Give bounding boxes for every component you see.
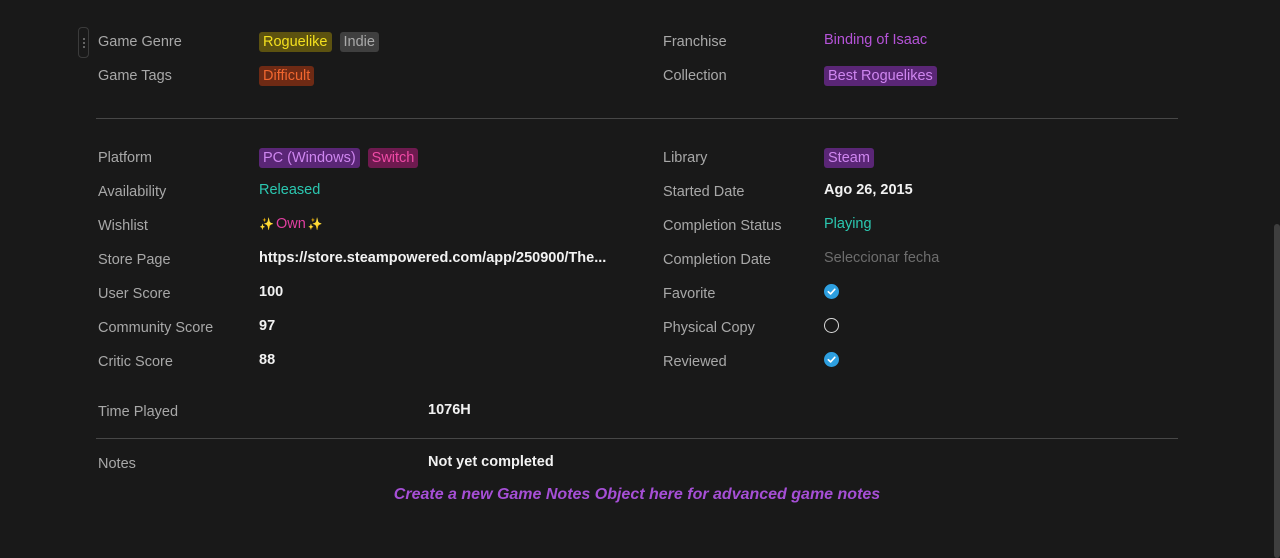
library-tags[interactable]: Steam (824, 148, 874, 168)
property-label: Notes (98, 456, 136, 472)
franchise-value[interactable]: Binding of Isaac (824, 32, 927, 48)
tag-platform-switch[interactable]: Switch (367, 148, 419, 168)
tag-library-steam[interactable]: Steam (824, 148, 874, 168)
drag-dots-icon (82, 36, 85, 49)
availability-value[interactable]: Released (259, 182, 320, 198)
scrollbar[interactable] (1272, 0, 1280, 558)
property-label: Availability (98, 184, 167, 200)
community-score-value[interactable]: 97 (259, 318, 275, 334)
property-label: Time Played (98, 404, 179, 420)
tag-difficult[interactable]: Difficult (259, 66, 315, 86)
started-date-value[interactable]: Ago 26, 2015 (824, 182, 913, 198)
unchecked-icon (824, 318, 839, 333)
property-label: Completion Date (663, 252, 771, 268)
platform-tags[interactable]: PC (Windows) Switch (259, 148, 419, 168)
time-played-value[interactable]: 1076H (428, 402, 471, 418)
wishlist-text: Own (275, 216, 306, 232)
sparkle-icon: ✨ (307, 217, 323, 231)
property-label: Platform (98, 150, 152, 166)
property-label: Favorite (663, 286, 716, 302)
tag-genre-roguelike[interactable]: Roguelike (259, 32, 332, 52)
property-label: Reviewed (663, 354, 727, 370)
completion-date-picker[interactable]: Seleccionar fecha (824, 250, 939, 266)
drag-handle[interactable] (78, 27, 89, 58)
tag-genre-indie[interactable]: Indie (339, 32, 379, 52)
property-label: Completion Status (663, 218, 782, 234)
tag-best-roguelikes[interactable]: Best Roguelikes (824, 66, 937, 86)
sparkle-icon: ✨ (259, 217, 274, 231)
section-divider (96, 438, 1178, 439)
property-label: Critic Score (98, 354, 173, 370)
store-page-link[interactable]: https://store.steampowered.com/app/25090… (259, 250, 606, 266)
completion-status-value[interactable]: Playing (824, 216, 872, 232)
property-label: Wishlist (98, 218, 148, 234)
notes-value[interactable]: Not yet completed (428, 454, 554, 470)
property-label: Game Tags (98, 68, 172, 84)
property-label: User Score (98, 286, 171, 302)
game-properties-page: Game Genre Roguelike Indie Game Tags Dif… (0, 0, 1280, 558)
checked-icon (824, 284, 839, 299)
wishlist-value[interactable]: ✨ Own ✨ (259, 216, 323, 232)
property-label: Started Date (663, 184, 745, 200)
genre-tags[interactable]: Roguelike Indie (259, 32, 379, 52)
checked-icon (824, 352, 839, 367)
property-label: Store Page (98, 252, 171, 268)
physical-copy-checkbox[interactable] (824, 318, 839, 333)
property-label: Physical Copy (663, 320, 755, 336)
reviewed-checkbox[interactable] (824, 352, 839, 367)
critic-score-value[interactable]: 88 (259, 352, 275, 368)
game-tags[interactable]: Difficult (259, 66, 315, 86)
tag-platform-pc[interactable]: PC (Windows) (259, 148, 360, 168)
property-label: Collection (663, 68, 727, 84)
create-game-notes-link[interactable]: Create a new Game Notes Object here for … (0, 486, 1274, 504)
property-label: Library (663, 150, 708, 166)
property-label: Game Genre (98, 34, 182, 50)
property-label: Franchise (663, 34, 727, 50)
scrollbar-thumb[interactable] (1274, 224, 1280, 558)
collection-tags[interactable]: Best Roguelikes (824, 66, 937, 86)
section-divider (96, 118, 1178, 119)
property-label: Community Score (98, 320, 214, 336)
favorite-checkbox[interactable] (824, 284, 839, 299)
user-score-value[interactable]: 100 (259, 284, 283, 300)
